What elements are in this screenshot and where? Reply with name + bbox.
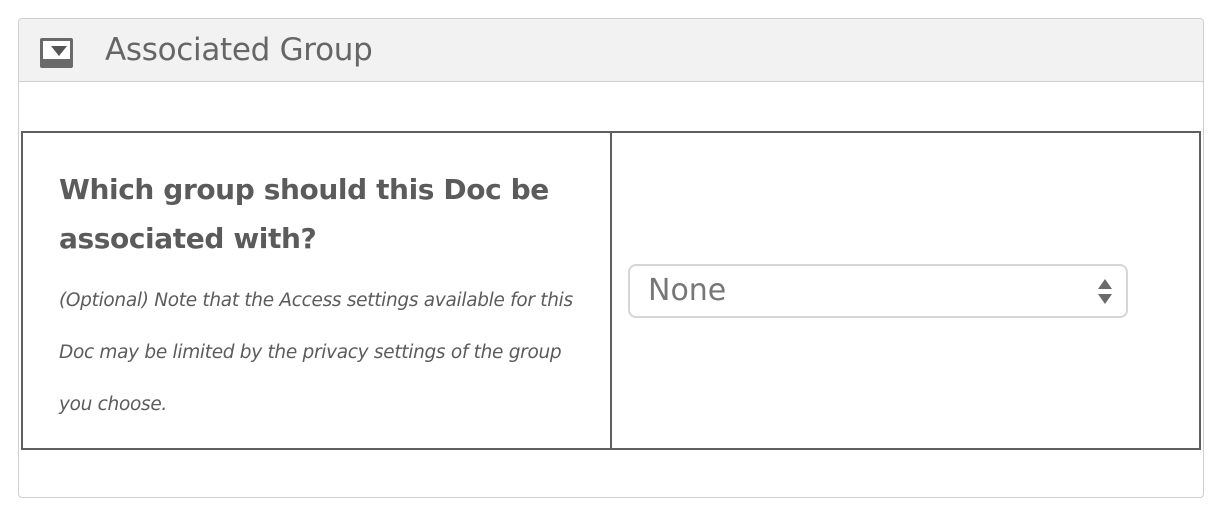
toggle-icon-frame (43, 41, 70, 59)
group-select[interactable]: None (628, 264, 1128, 318)
panel-header: Associated Group (19, 19, 1203, 82)
field-cell: None (612, 133, 1199, 448)
triangle-down-icon (51, 46, 67, 56)
collapse-toggle-button[interactable] (40, 38, 73, 68)
group-note-text: (Optional) Note that the Access settings… (59, 290, 573, 415)
group-select-value: None (648, 273, 727, 308)
label-cell: Which group should this Doc be associate… (23, 133, 612, 448)
group-question-label: Which group should this Doc be associate… (59, 173, 549, 255)
select-arrows-icon (1098, 279, 1114, 305)
arrow-down-icon (1098, 294, 1112, 304)
group-form-table: Which group should this Doc be associate… (21, 131, 1201, 450)
panel-title: Associated Group (105, 32, 373, 68)
arrow-up-icon (1098, 279, 1112, 289)
associated-group-panel: Associated Group Which group should this… (18, 18, 1204, 498)
